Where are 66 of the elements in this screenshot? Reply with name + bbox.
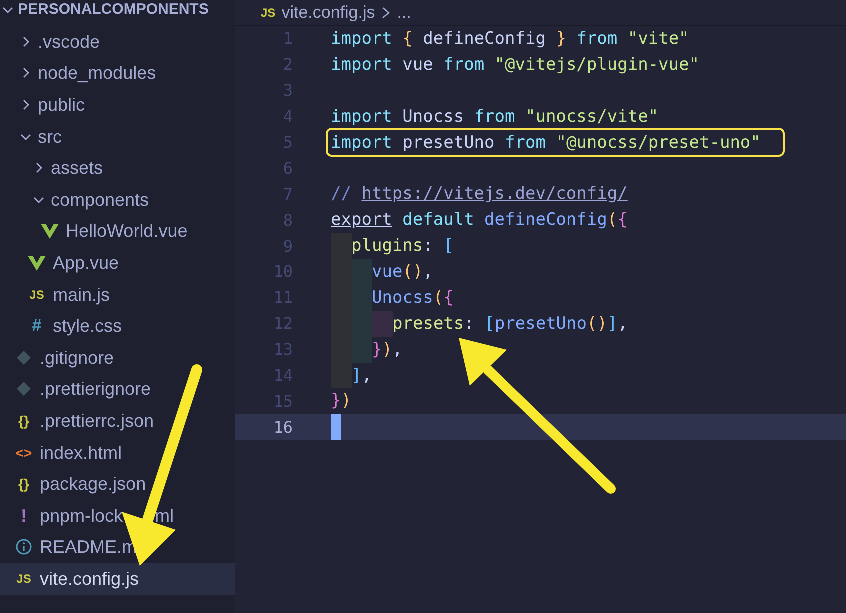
file-item[interactable]: .gitignore: [0, 342, 235, 374]
folder-item[interactable]: .vscode: [0, 26, 235, 58]
file-item[interactable]: ! pnpm-lock ml: [0, 500, 235, 532]
file-type-icon: {}: [18, 412, 30, 430]
code-line[interactable]: import Unocss from "unocss/vite": [331, 106, 659, 127]
diamond-icon: [15, 348, 33, 367]
diamond-icon: [15, 380, 33, 398]
file-item[interactable]: JS vite.config.js: [0, 563, 235, 595]
file-item[interactable]: App.vue: [0, 247, 235, 279]
file-name: pnpm-lock: [40, 504, 124, 527]
code-line[interactable]: import presetUno from "@unocss/preset-uno": [331, 132, 761, 152]
line-number: 8: [282, 210, 293, 230]
file-item[interactable]: JS main.js: [0, 278, 235, 310]
file-item[interactable]: .prettierignore: [0, 374, 235, 406]
line-number: 1: [282, 29, 293, 48]
folder-item[interactable]: components: [0, 184, 235, 216]
line-number: 12: [272, 314, 293, 334]
line-number: 5: [282, 133, 293, 152]
file-type-icon: JS: [30, 286, 44, 304]
line-number: 3: [282, 81, 293, 100]
code-line[interactable]: Unocss({: [372, 288, 454, 308]
line-number: 13: [272, 340, 293, 360]
file-type-icon: JS: [261, 6, 276, 20]
vue-logo-icon: [41, 222, 59, 240]
line-number: 11: [272, 288, 293, 308]
file-type-icon: #: [32, 317, 42, 336]
info-icon: [15, 538, 33, 556]
file-type-icon: {}: [18, 475, 30, 494]
code-line[interactable]: import { defineConfig } from "vite": [331, 28, 690, 49]
folder-item[interactable]: public: [0, 89, 235, 121]
code-line[interactable]: ],: [352, 366, 372, 386]
file-type-icon: JS: [16, 570, 32, 588]
code-line[interactable]: export default defineConfig({: [331, 210, 628, 230]
breadcrumb-item[interactable]: vite.config.js: [282, 2, 376, 22]
file-type-icon: !: [21, 506, 27, 525]
file-item[interactable]: {} package.json: [0, 468, 235, 500]
code-line[interactable]: presets: [presetUno()],: [392, 314, 628, 334]
file-item[interactable]: <> index.html: [0, 436, 235, 468]
text-cursor: [331, 414, 341, 440]
line-number: 10: [272, 262, 293, 282]
line-number: 7: [282, 184, 293, 204]
line-number: 6: [282, 158, 293, 178]
folder-item[interactable]: src: [0, 120, 235, 152]
line-number: 4: [282, 107, 293, 126]
code-line[interactable]: // https://vitejs.dev/config/: [331, 184, 628, 204]
file-item[interactable]: # style.css: [0, 310, 235, 342]
file-item[interactable]: {} .prettierrc.json: [0, 405, 235, 437]
line-number: 9: [282, 236, 293, 256]
line-number: 14: [272, 366, 293, 386]
code-line[interactable]: import vue from "@vitejs/plugin-vue": [331, 54, 700, 75]
chevron-right-icon: [381, 6, 392, 18]
code-line[interactable]: }): [331, 391, 352, 412]
breadcrumb-item[interactable]: ...: [397, 2, 412, 22]
file-type-icon: <>: [16, 444, 32, 462]
folder-item[interactable]: assets: [0, 152, 235, 184]
line-number: 15: [272, 392, 293, 411]
line-number: 16: [272, 418, 293, 437]
code-line[interactable]: plugins: [: [352, 236, 454, 256]
file-name: ml: [155, 504, 174, 527]
code-line[interactable]: }),: [372, 340, 403, 360]
code-line[interactable]: vue(),: [372, 262, 434, 282]
folder-item[interactable]: node_modules: [0, 58, 235, 90]
file-item[interactable]: HelloWorld.vue: [0, 216, 235, 248]
vue-logo-icon: [28, 254, 46, 272]
line-number: 2: [282, 55, 293, 74]
folder-title: PERSONALCOMPONENTS: [18, 1, 209, 19]
